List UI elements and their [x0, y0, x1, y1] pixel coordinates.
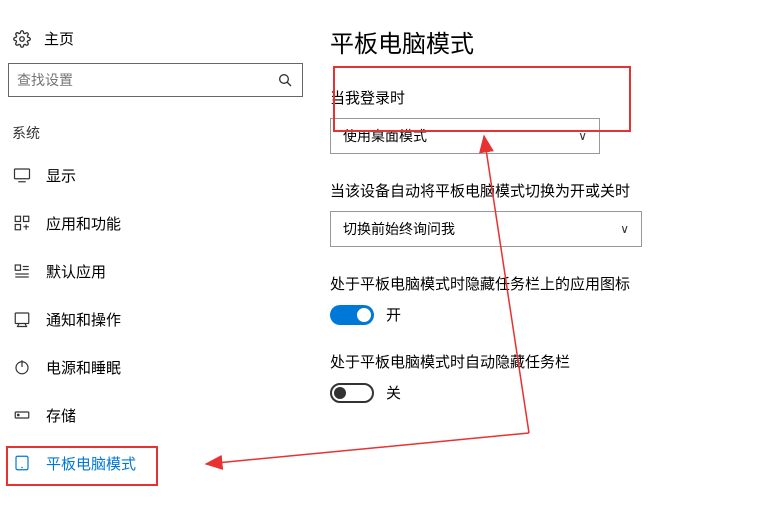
home-label: 主页 [44, 28, 74, 49]
monitor-icon [12, 166, 32, 184]
sidebar-item-tablet-mode[interactable]: 平板电脑模式 [8, 439, 303, 487]
hide-app-icons-toggle[interactable] [330, 305, 374, 325]
hide-taskbar-toggle[interactable] [330, 383, 374, 403]
sidebar-item-label: 通知和操作 [46, 309, 121, 330]
hide-taskbar-label: 处于平板电脑模式时自动隐藏任务栏 [330, 351, 750, 372]
sidebar-item-default-apps[interactable]: 默认应用 [8, 247, 303, 295]
search-box[interactable] [8, 63, 303, 97]
tablet-icon [12, 454, 32, 472]
sidebar-item-display[interactable]: 显示 [8, 151, 303, 199]
sidebar-item-apps[interactable]: 应用和功能 [8, 199, 303, 247]
login-mode-dropdown[interactable]: 使用桌面模式 ∨ [330, 118, 600, 154]
sidebar-item-power[interactable]: 电源和睡眠 [8, 343, 303, 391]
sidebar-item-notifications[interactable]: 通知和操作 [8, 295, 303, 343]
dropdown-value: 切换前始终询问我 [343, 219, 455, 239]
dropdown-value: 使用桌面模式 [343, 126, 427, 146]
hide-app-icons-label: 处于平板电脑模式时隐藏任务栏上的应用图标 [330, 273, 750, 294]
auto-switch-label: 当该设备自动将平板电脑模式切换为开或关时 [330, 180, 750, 201]
sidebar-item-label: 存储 [46, 405, 76, 426]
sidebar-item-label: 默认应用 [46, 261, 106, 282]
apps-icon [12, 214, 32, 232]
login-mode-label: 当我登录时 [330, 87, 750, 108]
sidebar-item-storage[interactable]: 存储 [8, 391, 303, 439]
search-input[interactable] [17, 72, 276, 88]
sidebar-item-label: 显示 [46, 165, 76, 186]
notification-icon [12, 310, 32, 328]
main-panel: 平板电脑模式 当我登录时 使用桌面模式 ∨ 当该设备自动将平板电脑模式切换为开或… [330, 24, 750, 429]
toggle-state-label: 关 [386, 382, 401, 403]
auto-switch-dropdown[interactable]: 切换前始终询问我 ∨ [330, 211, 642, 247]
default-apps-icon [12, 262, 32, 280]
section-header: 系统 [8, 119, 303, 151]
page-title: 平板电脑模式 [330, 24, 750, 59]
home-link[interactable]: 主页 [8, 20, 303, 63]
toggle-state-label: 开 [386, 304, 401, 325]
sidebar-item-label: 电源和睡眠 [46, 357, 121, 378]
gear-icon [12, 30, 32, 48]
settings-sidebar: 主页 系统 显示 应用和功能 默认应用 通知和操作 [8, 20, 303, 487]
sidebar-item-label: 平板电脑模式 [46, 453, 136, 474]
power-icon [12, 358, 32, 376]
search-icon [276, 72, 294, 88]
storage-icon [12, 406, 32, 424]
chevron-down-icon: ∨ [578, 129, 587, 143]
chevron-down-icon: ∨ [620, 222, 629, 236]
sidebar-item-label: 应用和功能 [46, 213, 121, 234]
